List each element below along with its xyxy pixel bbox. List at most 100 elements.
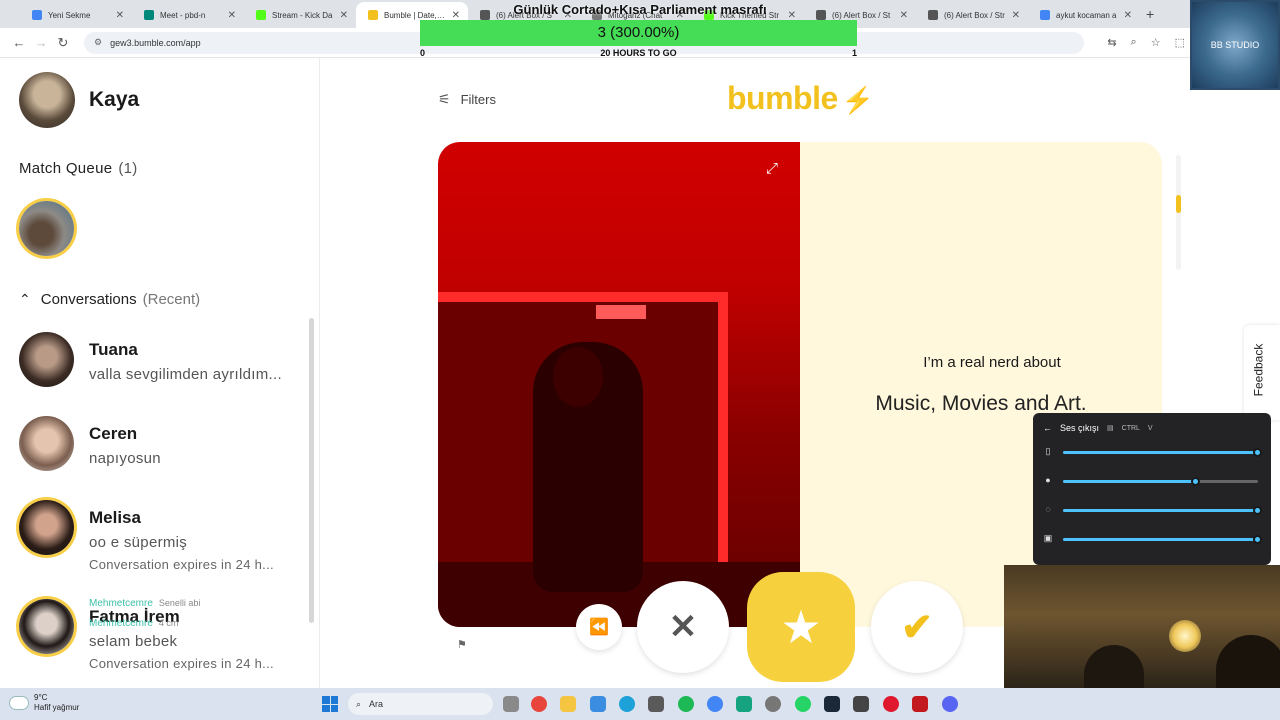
- file-explorer-icon[interactable]: [560, 696, 576, 712]
- tab-close-icon[interactable]: ✕: [1012, 10, 1020, 21]
- forward-arrow-icon[interactable]: →: [30, 35, 52, 50]
- stream-chat-line: Mehmetcemre Senelli abi: [89, 598, 200, 609]
- windows-start-icon[interactable]: [322, 696, 338, 712]
- tab-close-icon[interactable]: ✕: [228, 10, 236, 21]
- tab-favicon-icon: [368, 10, 378, 20]
- reload-icon[interactable]: ↻: [52, 35, 74, 51]
- task-view-icon[interactable]: [503, 696, 519, 712]
- taskbar: 9°C Hafif yağmur ⌕ Ara: [0, 688, 1280, 720]
- sidebar-scrollbar[interactable]: [309, 318, 314, 623]
- tab-favicon-icon: [1040, 10, 1050, 20]
- volume-slider-knob[interactable]: [1190, 477, 1200, 486]
- star-icon: ★: [780, 601, 822, 653]
- tab-close-icon[interactable]: ✕: [116, 10, 124, 21]
- conversation-item[interactable]: Fatma İrem selam bebek Conversation expi…: [0, 599, 320, 679]
- browser-tab[interactable]: Stream - Kick Da ✕: [244, 2, 356, 28]
- overlay-time-left: 20 HOURS TO GO: [600, 48, 677, 58]
- match-queue-heading: Match Queue (1): [19, 160, 138, 177]
- store-icon[interactable]: [648, 696, 664, 712]
- volume-slider[interactable]: [1063, 448, 1262, 457]
- conversation-message: oo e süpermiş: [89, 534, 188, 551]
- like-button[interactable]: ✔: [871, 581, 963, 673]
- expand-icon[interactable]: ⤢: [763, 160, 781, 178]
- chevron-up-icon: ⌃: [19, 291, 31, 307]
- site-info-icon[interactable]: ⚙: [94, 37, 102, 48]
- profile-name[interactable]: Kaya: [89, 88, 139, 112]
- back-arrow-icon[interactable]: ←: [8, 35, 30, 50]
- volume-mixer: ← Ses çıkışı ▤ CTRL V ▯ ● ◌ ▣: [1033, 413, 1271, 565]
- steam-icon[interactable]: [824, 696, 840, 712]
- stream-chat-line: Mehmetcemre 4 cm: [89, 618, 178, 629]
- conversation-message: valla sevgilimden ayrıldım...: [89, 366, 282, 383]
- match-queue-avatar[interactable]: [19, 201, 74, 256]
- new-tab-icon[interactable]: +: [1146, 6, 1154, 22]
- tab-close-icon[interactable]: ✕: [900, 10, 908, 21]
- copilot-icon[interactable]: [590, 696, 606, 712]
- conversation-item[interactable]: Ceren napıyosun: [0, 416, 320, 496]
- conversations-toggle[interactable]: ⌃ Conversations (Recent): [19, 291, 200, 308]
- profile-avatar[interactable]: [19, 72, 75, 128]
- bumble-logo-text: bumble: [727, 80, 838, 116]
- match-queue-label: Match Queue: [19, 160, 113, 177]
- browser-tab[interactable]: Meet - pbd-n ✕: [132, 2, 244, 28]
- superswipe-button[interactable]: ★: [747, 572, 855, 682]
- mixer-title: Ses çıkışı: [1060, 423, 1100, 433]
- browser-tab[interactable]: aykut kocaman a ✕: [1028, 2, 1140, 28]
- conversation-expiry: Conversation expires in 24 h...: [89, 656, 274, 671]
- profile-scrollbar[interactable]: [1176, 195, 1181, 213]
- backtrack-button[interactable]: ⏪: [576, 604, 622, 650]
- studio-logo: BB STUDIO: [1190, 0, 1280, 90]
- photo-vent: [596, 305, 646, 319]
- search-icon: ⌕: [356, 698, 362, 709]
- volume-slider[interactable]: [1063, 506, 1262, 515]
- taskbar-search[interactable]: ⌕ Ara: [348, 693, 493, 715]
- volume-slider[interactable]: [1063, 477, 1258, 486]
- pass-button[interactable]: ✕: [637, 581, 729, 673]
- whatsapp-icon[interactable]: [795, 696, 811, 712]
- chrome-profile-icon[interactable]: [707, 696, 723, 712]
- settings-gear-icon[interactable]: [853, 696, 869, 712]
- flag-icon[interactable]: ⚑: [457, 638, 467, 651]
- tab-title: Meet - pbd-n: [160, 10, 206, 20]
- conversation-item[interactable]: Tuana valla sevgilimden ayrıldım...: [0, 332, 320, 412]
- tab-favicon-icon: [144, 10, 154, 20]
- filter-sliders-icon: ⚟: [438, 91, 451, 107]
- volume-slider-knob[interactable]: [1253, 448, 1262, 457]
- translate-icon[interactable]: ⇆: [1107, 36, 1116, 49]
- avatar: [19, 332, 74, 387]
- stream-chat-text: Senelli abi: [158, 598, 201, 608]
- conversation-item[interactable]: Melisa oo e süpermiş Conversation expire…: [0, 500, 320, 580]
- volume-slider-knob[interactable]: [1253, 506, 1262, 515]
- feedback-tab[interactable]: Feedback: [1244, 325, 1280, 420]
- app-icon[interactable]: [912, 696, 928, 712]
- spotify-icon[interactable]: [678, 696, 694, 712]
- zoom-icon[interactable]: ⌕: [1131, 36, 1137, 49]
- hotkey-icon: ▤: [1107, 425, 1114, 432]
- app-icon[interactable]: [736, 696, 752, 712]
- extensions-icon[interactable]: ⬚: [1175, 36, 1185, 49]
- studio-logo-text: BB STUDIO: [1210, 40, 1260, 50]
- profile-photo[interactable]: [438, 142, 800, 627]
- bookmark-star-icon[interactable]: ☆: [1151, 36, 1161, 49]
- obs-icon[interactable]: [765, 696, 781, 712]
- volume-slider-knob[interactable]: [1253, 535, 1262, 544]
- opera-icon[interactable]: [883, 696, 899, 712]
- weather-condition: Hafif yağmur: [34, 703, 80, 712]
- edge-icon[interactable]: [619, 696, 635, 712]
- back-arrow-icon[interactable]: ←: [1043, 423, 1052, 433]
- filters-button[interactable]: ⚟ Filters: [438, 91, 496, 108]
- discord-icon: ◌: [1045, 504, 1051, 514]
- chrome-icon[interactable]: [531, 696, 547, 712]
- chrome-icon: ●: [1045, 475, 1051, 485]
- browser-tab[interactable]: Yeni Sekme ✕: [20, 2, 132, 28]
- tab-favicon-icon: [256, 10, 266, 20]
- weather-widget[interactable]: 9°C Hafif yağmur: [10, 693, 79, 713]
- tab-close-icon[interactable]: ✕: [340, 10, 348, 21]
- browser-tab[interactable]: (6) Alert Box / Str ✕: [916, 2, 1028, 28]
- volume-slider[interactable]: [1063, 535, 1262, 544]
- tab-close-icon[interactable]: ✕: [1124, 10, 1132, 21]
- conversation-name: Ceren: [89, 424, 138, 443]
- filters-label: Filters: [460, 92, 496, 107]
- discord-icon[interactable]: [942, 696, 958, 712]
- stream-chat-text: 4 cm: [158, 618, 179, 628]
